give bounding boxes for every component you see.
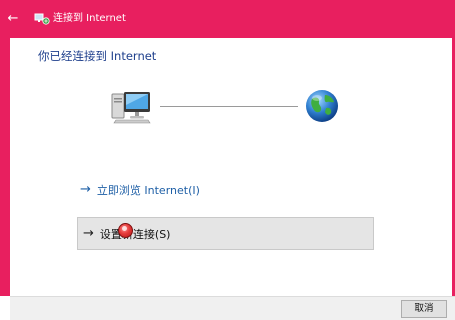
- window-border-left: [0, 38, 10, 296]
- computer-icon: [111, 92, 151, 124]
- network-icon: [34, 13, 50, 25]
- back-button[interactable]: ←: [4, 10, 22, 28]
- connection-line: [160, 106, 298, 107]
- page-heading: 你已经连接到 Internet: [38, 49, 157, 63]
- arrow-right-icon: →: [80, 182, 91, 197]
- globe-icon: [306, 90, 338, 122]
- browse-internet-label: 立即浏览 Internet(I): [96, 184, 200, 197]
- cancel-button[interactable]: 取消: [401, 300, 447, 318]
- footer-bar: 取消: [10, 296, 455, 320]
- back-arrow-icon: ←: [7, 11, 19, 26]
- wizard-window: ← 连接到 Internet 你已经连接到 Internet → 立即浏览 In…: [0, 0, 455, 320]
- browse-internet-link[interactable]: → 立即浏览 Internet(I): [80, 180, 200, 200]
- window-title: 连接到 Internet: [53, 13, 126, 24]
- setup-new-connection-label: 设置新连接(S): [99, 227, 171, 241]
- click-indicator-icon: [118, 223, 133, 238]
- title-bar: ← 连接到 Internet: [0, 0, 455, 38]
- arrow-right-icon: →: [83, 225, 94, 241]
